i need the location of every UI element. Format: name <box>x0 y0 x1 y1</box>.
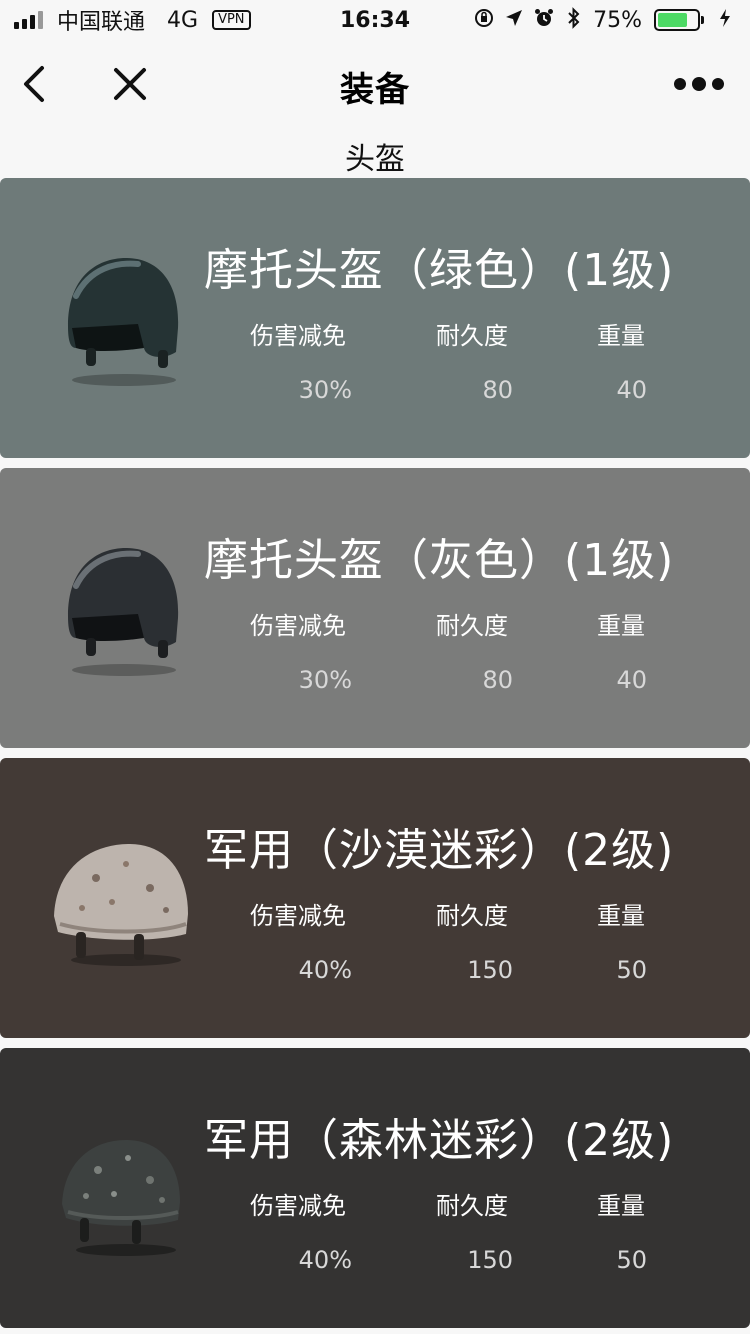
helmet-list: 摩托头盔（绿色）(1级) 伤害减免 耐久度 重量 30% 80 40 摩托头盔（… <box>0 178 750 1334</box>
list-item[interactable]: 军用（森林迷彩）(2级) 伤害减免 耐久度 重量 40% 150 50 <box>0 1048 750 1328</box>
item-name: 军用（森林迷彩）(2级) <box>204 1115 675 1166</box>
stat-value-durability: 150 <box>467 956 513 984</box>
battery-fill <box>658 13 687 27</box>
item-name: 摩托头盔（灰色）(1级) <box>204 535 675 586</box>
bluetooth-icon <box>563 6 585 34</box>
stat-label-durability: 耐久度 <box>436 612 508 640</box>
stat-label-damage-reduction: 伤害减免 <box>250 612 346 640</box>
list-item[interactable]: 摩托头盔（绿色）(1级) 伤害减免 耐久度 重量 30% 80 40 <box>0 178 750 458</box>
stat-label-damage-reduction: 伤害减免 <box>250 1192 346 1220</box>
stat-value-weight: 50 <box>616 956 647 984</box>
stat-value-durability: 80 <box>482 376 513 404</box>
charging-bolt-icon <box>714 8 736 33</box>
stat-label-weight: 重量 <box>597 902 645 930</box>
carrier-name: 中国联通 <box>57 10 146 35</box>
alarm-icon <box>533 8 555 33</box>
military-helmet-desert-icon <box>46 828 196 968</box>
motorcycle-helmet-green-icon <box>46 248 196 388</box>
nav-bar: 装备 <box>0 40 750 128</box>
stat-value-damage-reduction: 40% <box>298 956 352 984</box>
status-left: 中国联通 4G VPN <box>14 4 251 36</box>
signal-strength-icon <box>14 11 43 29</box>
item-name: 军用（沙漠迷彩）(2级) <box>204 825 675 876</box>
stat-value-weight: 40 <box>616 376 647 404</box>
item-name: 摩托头盔（绿色）(1级) <box>204 245 675 296</box>
motorcycle-helmet-gray-icon <box>46 538 196 678</box>
battery-icon <box>654 9 704 31</box>
orientation-lock-icon <box>473 8 495 33</box>
stat-label-durability: 耐久度 <box>436 1192 508 1220</box>
list-item[interactable]: 摩托头盔（灰色）(1级) 伤害减免 耐久度 重量 30% 80 40 <box>0 468 750 748</box>
location-arrow-icon <box>503 8 525 33</box>
stat-value-durability: 80 <box>482 666 513 694</box>
stat-value-damage-reduction: 30% <box>298 666 352 694</box>
stat-value-weight: 50 <box>616 1246 647 1274</box>
stat-label-damage-reduction: 伤害减免 <box>250 322 346 350</box>
status-bar: 中国联通 4G VPN 16:34 75% <box>0 0 750 40</box>
vpn-badge: VPN <box>212 10 251 30</box>
stat-value-weight: 40 <box>616 666 647 694</box>
stat-label-weight: 重量 <box>597 322 645 350</box>
battery-percent: 75% <box>593 7 642 33</box>
list-item[interactable]: 军用（沙漠迷彩）(2级) 伤害减免 耐久度 重量 40% 150 50 <box>0 758 750 1038</box>
stat-label-durability: 耐久度 <box>436 322 508 350</box>
page-title: 装备 <box>340 70 410 110</box>
stat-label-damage-reduction: 伤害减免 <box>250 902 346 930</box>
stat-value-damage-reduction: 30% <box>298 376 352 404</box>
stat-label-durability: 耐久度 <box>436 902 508 930</box>
status-right: 75% <box>473 6 736 34</box>
stat-label-weight: 重量 <box>597 1192 645 1220</box>
more-dots-icon <box>674 78 686 90</box>
more-button[interactable] <box>674 74 724 94</box>
network-type: 4G <box>167 7 199 33</box>
category-title: 头盔 <box>345 142 405 177</box>
stat-label-weight: 重量 <box>597 612 645 640</box>
stat-value-durability: 150 <box>467 1246 513 1274</box>
stat-value-damage-reduction: 40% <box>298 1246 352 1274</box>
military-helmet-forest-icon <box>46 1118 196 1258</box>
